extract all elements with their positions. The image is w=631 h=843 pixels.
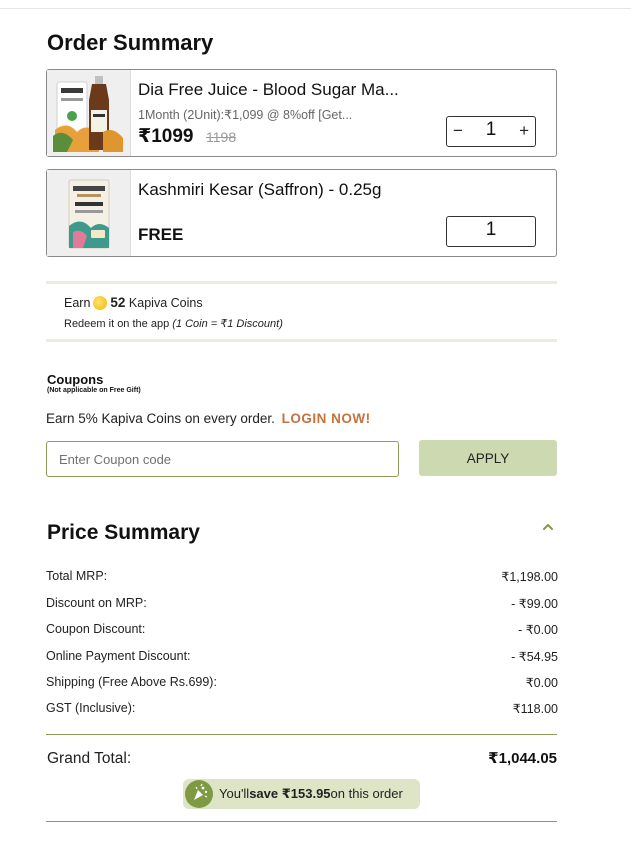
price-row-label: GST (Inclusive): [46, 701, 136, 715]
coins-amount: 52 [110, 295, 126, 310]
cart-item-dia-free-juice: Dia Free Juice - Blood Sugar Ma... 1Mont… [46, 69, 557, 157]
item-name[interactable]: Dia Free Juice - Blood Sugar Ma... [138, 80, 399, 100]
kashmiri-kesar-image [47, 170, 131, 256]
price-row-label: Coupon Discount: [46, 622, 146, 636]
savings-badge: You'llsave ₹153.95on this order [183, 779, 420, 809]
coins-redeem-line: Redeem it on the app (1 Coin = ₹1 Discou… [64, 317, 283, 330]
price-row-value: ₹1,198.00 [501, 570, 558, 584]
grand-total-divider-bottom [46, 821, 557, 822]
coupons-note: (Not applicable on Free Gift) [47, 387, 141, 394]
price-row-value: ₹0.00 [525, 676, 558, 690]
coins-earn-line: Earn 52 Kapiva Coins [64, 295, 203, 310]
savings-text: You'llsave ₹153.95on this order [219, 786, 403, 802]
coins-earn-prefix: Earn [64, 296, 91, 310]
coins-redeem-text: Redeem it on the app [64, 318, 170, 330]
price-row-value: - ₹0.00 [518, 623, 558, 637]
dia-free-juice-image [47, 70, 131, 156]
top-divider [0, 8, 631, 9]
price-row-label: Discount on MRP: [46, 596, 147, 610]
price-row-value: - ₹54.95 [511, 650, 558, 664]
price-row-label: Shipping (Free Above Rs.699): [46, 675, 217, 689]
coupon-code-input[interactable] [46, 441, 399, 477]
item-free-label: FREE [138, 225, 184, 244]
quantity-stepper: − 1 + [446, 116, 536, 147]
savings-amount: save ₹153.95 [249, 786, 331, 801]
coins-earn-suffix: Kapiva Coins [128, 296, 203, 310]
price-row-value: ₹118.00 [512, 702, 558, 716]
kapiva-coins-banner: Earn 52 Kapiva Coins Redeem it on the app… [46, 281, 557, 342]
savings-suffix: on this order [330, 786, 403, 801]
coupons-earn-line: Earn 5% Kapiva Coins on every order. LOG… [46, 411, 371, 426]
celebration-icon [185, 780, 213, 808]
increase-quantity-button[interactable]: + [519, 121, 529, 141]
item-mrp: 1198 [206, 129, 237, 145]
coin-icon [93, 296, 108, 310]
price-row-label: Online Payment Discount: [46, 649, 191, 663]
order-summary-title: Order Summary [47, 30, 214, 55]
price-row-label: Total MRP: [46, 569, 108, 583]
coins-redeem-note: (1 Coin = ₹1 Discount) [172, 318, 283, 330]
price-summary-title: Price Summary [47, 521, 200, 544]
grand-total-value: ₹1,044.05 [488, 750, 557, 767]
item-name[interactable]: Kashmiri Kesar (Saffron) - 0.25g [138, 180, 381, 200]
apply-coupon-button[interactable]: APPLY [419, 440, 557, 476]
grand-total-divider-top [46, 734, 557, 735]
coupons-title: Coupons [47, 372, 104, 387]
quantity-display: 1 [446, 216, 536, 247]
cart-item-kashmiri-kesar: Kashmiri Kesar (Saffron) - 0.25g FREE 1 [46, 169, 557, 257]
item-variant[interactable]: 1Month (2Unit):₹1,099 @ 8%off [Get... [138, 107, 352, 122]
price-row-value: - ₹99.00 [511, 597, 558, 611]
quantity-value: 1 [485, 219, 497, 240]
coupons-earn-text: Earn 5% Kapiva Coins on every order. [46, 411, 275, 426]
chevron-up-icon[interactable] [542, 521, 554, 533]
grand-total-label: Grand Total: [47, 750, 132, 767]
item-price: ₹1099 [138, 126, 194, 147]
login-now-link[interactable]: LOGIN NOW! [282, 411, 371, 426]
savings-prefix: You'll [219, 786, 250, 801]
